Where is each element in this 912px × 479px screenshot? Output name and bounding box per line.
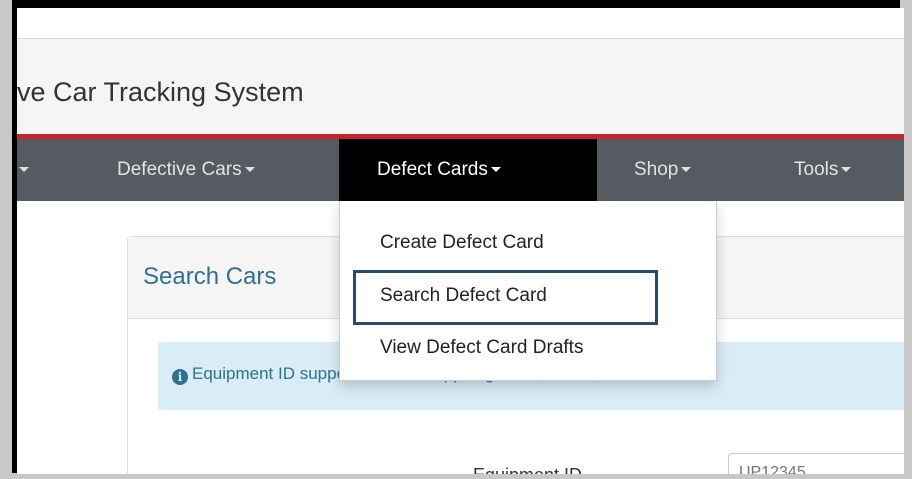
app-title: ve Car Tracking System <box>17 77 304 107</box>
nav-item-label: Defect Cards <box>377 159 488 180</box>
nav-item-shop[interactable]: Shop <box>634 139 692 201</box>
app-header: ve Car Tracking System <box>17 39 904 134</box>
panel-title: Search Cars <box>143 263 277 290</box>
nav-item-label: Tools <box>794 159 839 180</box>
main-navbar: Defective Cars Defect Cards Shop Tools <box>17 139 904 201</box>
nav-item-label: Defective Cars <box>117 159 242 180</box>
browser-viewport: ve Car Tracking System Defective Cars De… <box>17 8 904 474</box>
top-bar <box>17 8 904 39</box>
caret-down-icon <box>681 167 692 173</box>
nav-item-truncated[interactable] <box>17 139 35 201</box>
defect-cards-dropdown-menu: Create Defect Card Search Defect Card Vi… <box>339 201 717 381</box>
nav-item-label: Shop <box>634 159 679 180</box>
nav-item-defect-cards[interactable]: Defect Cards <box>339 139 597 201</box>
equipment-id-input[interactable] <box>728 453 904 474</box>
menu-item-view-defect-card-drafts[interactable]: View Defect Card Drafts <box>380 337 583 359</box>
menu-item-create-defect-card[interactable]: Create Defect Card <box>380 232 544 254</box>
equipment-id-label: Equipment ID <box>473 465 582 474</box>
caret-down-icon <box>490 167 501 173</box>
nav-item-defective-cars[interactable]: Defective Cars <box>117 139 255 201</box>
caret-down-icon <box>244 167 255 173</box>
caret-down-icon <box>19 167 29 173</box>
caret-down-icon <box>841 167 852 173</box>
info-circle-icon: i <box>172 369 188 385</box>
nav-item-tools[interactable]: Tools <box>794 139 852 201</box>
menu-item-search-defect-card[interactable]: Search Defect Card <box>380 285 547 307</box>
window-frame-left <box>0 0 12 479</box>
